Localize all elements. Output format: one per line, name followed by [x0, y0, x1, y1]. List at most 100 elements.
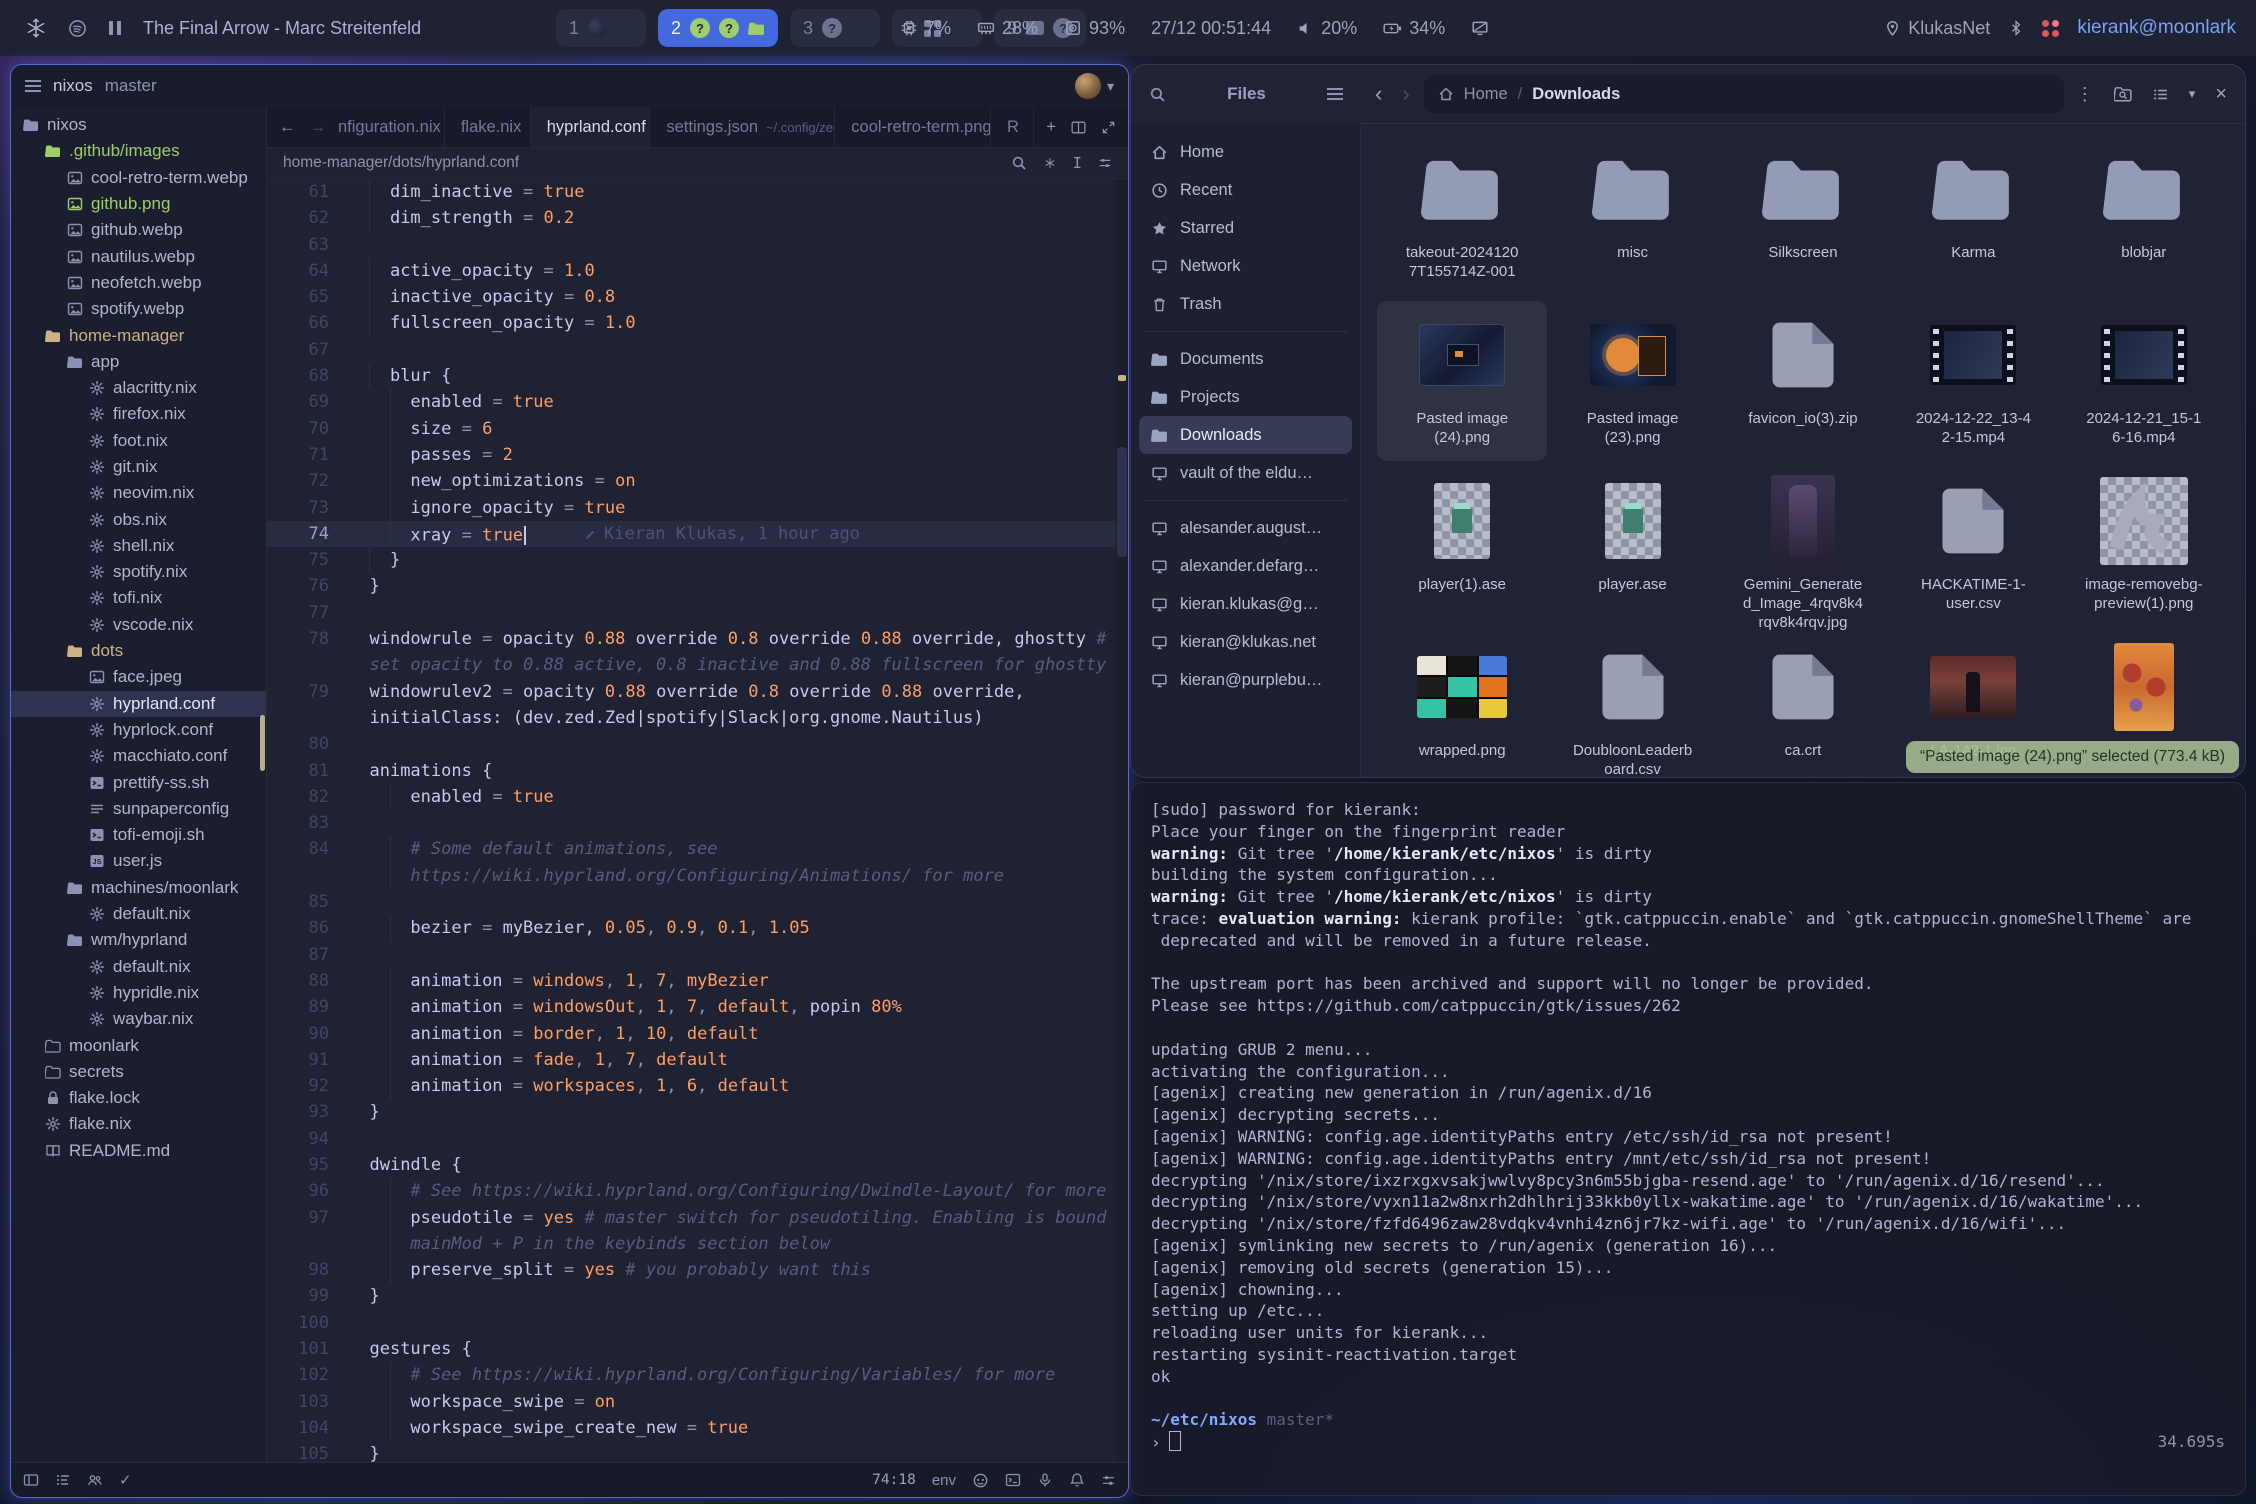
sidebar-item-kieran-klukas-net[interactable]: kieran@klukas.net — [1139, 623, 1352, 661]
code-line[interactable]: 65 inactive_opacity = 0.8 — [267, 284, 1128, 310]
file-tile[interactable]: misc — [1547, 135, 1717, 295]
tree-item[interactable]: alacritty.nix — [11, 375, 266, 401]
tree-item[interactable]: tofi.nix — [11, 585, 266, 611]
terminal-prompt[interactable]: ›34.695s — [1151, 1431, 2225, 1453]
close-icon[interactable]: × — [2215, 83, 2227, 106]
code-line[interactable]: 98 preserve_split = yes # you probably w… — [267, 1257, 1128, 1283]
tree-item[interactable]: face.jpeg — [11, 664, 266, 690]
sidebar-item-kieran-klukas-g-[interactable]: kieran.klukas@g… — [1139, 585, 1352, 623]
tree-item[interactable]: nixos — [11, 112, 266, 138]
code-line[interactable]: initialClass: (dev.zed.Zed|spotify|Slack… — [267, 705, 1128, 731]
path-current[interactable]: Downloads — [1532, 85, 1620, 104]
editor-tab[interactable]: flake.nix — [445, 107, 531, 147]
breadcrumb[interactable]: home-manager/dots/hyprland.conf — [283, 154, 519, 172]
tree-item[interactable]: default.nix — [11, 954, 266, 980]
tree-item[interactable]: .github/images — [11, 138, 266, 164]
tree-item[interactable]: moonlark — [11, 1032, 266, 1058]
file-tile[interactable]: wrapped.png — [1377, 633, 1547, 778]
code-line[interactable]: 73 ignore_opacity = true — [267, 495, 1128, 521]
network-module[interactable]: KlukasNet — [1884, 18, 1990, 39]
sidebar-item-vault-of-the-eldu-[interactable]: vault of the eldu… — [1139, 454, 1352, 492]
kebab-menu-icon[interactable]: ⋮ — [2076, 84, 2094, 105]
project-name[interactable]: nixos — [53, 76, 93, 96]
tree-item[interactable]: waybar.nix — [11, 1006, 266, 1032]
file-tile[interactable]: ca.crt — [1718, 633, 1888, 778]
code-line[interactable]: 82 enabled = true — [267, 784, 1128, 810]
code-line[interactable]: 94 — [267, 1126, 1128, 1152]
cursor-mode-icon[interactable]: I — [1073, 154, 1082, 172]
code-line[interactable]: mainMod + P in the keybinds section belo… — [267, 1231, 1128, 1257]
file-tile[interactable]: takeout-2024120 7T155714Z-001 — [1377, 135, 1547, 295]
code-line[interactable]: set opacity to 0.88 active, 0.8 inactive… — [267, 652, 1128, 678]
sidebar-item-trash[interactable]: Trash — [1139, 285, 1352, 323]
tree-item[interactable]: flake.lock — [11, 1085, 266, 1111]
code-line[interactable]: 62 dim_strength = 0.2 — [267, 205, 1128, 231]
file-tile[interactable]: Pasted image (23).png — [1547, 301, 1717, 461]
code-line[interactable]: 77 — [267, 600, 1128, 626]
view-options-icon[interactable]: ▾ — [2189, 86, 2196, 102]
code-line[interactable]: https://wiki.hyprland.org/Configuring/An… — [267, 863, 1128, 889]
tree-item[interactable]: git.nix — [11, 454, 266, 480]
editor-tab[interactable]: hyprland.conf — [531, 107, 651, 147]
tree-item[interactable]: obs.nix — [11, 506, 266, 532]
code-line[interactable]: 83 — [267, 810, 1128, 836]
file-tile[interactable]: Karma — [1888, 135, 2058, 295]
back-icon[interactable]: ← — [279, 118, 296, 137]
tree-item[interactable]: macchiato.conf — [11, 743, 266, 769]
tree-item[interactable]: foot.nix — [11, 428, 266, 454]
sidebar-item-recent[interactable]: Recent — [1139, 171, 1352, 209]
tree-item[interactable]: JSuser.js — [11, 848, 266, 874]
code-line[interactable]: 63 — [267, 232, 1128, 258]
account-menu[interactable]: ▾ — [1075, 73, 1114, 99]
code-line[interactable]: 72 new_optimizations = on — [267, 468, 1128, 494]
code-line[interactable]: 88 animation = windows, 1, 7, myBezier — [267, 968, 1128, 994]
workspace-pill-1[interactable]: 1 — [556, 9, 646, 47]
code-line[interactable]: 105 } — [267, 1441, 1128, 1463]
code-line[interactable]: 89 animation = windowsOut, 1, 7, default… — [267, 994, 1128, 1020]
sidebar-item-projects[interactable]: Projects — [1139, 378, 1352, 416]
code-line[interactable]: 69 enabled = true — [267, 389, 1128, 415]
tree-item[interactable]: tofi-emoji.sh — [11, 822, 266, 848]
file-tile[interactable]: player(1).ase — [1377, 467, 1547, 627]
code-line[interactable]: 84 # Some default animations, see — [267, 836, 1128, 862]
tree-item[interactable]: default.nix — [11, 901, 266, 927]
git-branch[interactable]: master — [105, 76, 157, 96]
code-line[interactable]: 92 animation = workspaces, 1, 6, default — [267, 1073, 1128, 1099]
sidebar-item-alexander-defarg-[interactable]: alexander.defarg… — [1139, 547, 1352, 585]
zed-titlebar[interactable]: nixos master ▾ — [11, 65, 1128, 108]
file-tile[interactable]: HACKATIME-1- user.csv — [1888, 467, 2058, 627]
tree-item[interactable]: app — [11, 349, 266, 375]
code-line[interactable]: 103 workspace_swipe = on — [267, 1389, 1128, 1415]
code-line[interactable]: 66 fullscreen_opacity = 1.0 — [267, 310, 1128, 336]
tree-item[interactable]: cool-retro-term.webp — [11, 165, 266, 191]
tree-item[interactable]: neovim.nix — [11, 480, 266, 506]
code-line[interactable]: 67 — [267, 337, 1128, 363]
forward-icon[interactable]: › — [1402, 81, 1409, 107]
tree-item[interactable]: flake.nix — [11, 1111, 266, 1137]
code-line[interactable]: 71 passes = 2 — [267, 442, 1128, 468]
code-line[interactable]: 61 dim_inactive = true — [267, 179, 1128, 205]
sidebar-item-home[interactable]: Home — [1139, 133, 1352, 171]
recording-indicator-icon[interactable] — [2042, 20, 2059, 37]
tree-item[interactable]: hyprland.conf — [11, 691, 266, 717]
sidebar-item-starred[interactable]: Starred — [1139, 209, 1352, 247]
forward-icon[interactable]: → — [310, 118, 327, 137]
code-line[interactable]: 75 } — [267, 547, 1128, 573]
tree-item[interactable]: firefox.nix — [11, 401, 266, 427]
media-module[interactable]: The Final Arrow - Marc Streitenfeld — [26, 0, 421, 56]
menu-icon[interactable] — [1327, 85, 1343, 103]
panel-scrollbar-thumb[interactable] — [260, 715, 265, 771]
file-tile[interactable]: Silkscreen — [1718, 135, 1888, 295]
tree-item[interactable]: wm/hyprland — [11, 927, 266, 953]
tree-item[interactable]: prettify-ss.sh — [11, 769, 266, 795]
sidebar-item-documents[interactable]: Documents — [1139, 340, 1352, 378]
sidebar-item-network[interactable]: Network — [1139, 247, 1352, 285]
code-line[interactable]: 78 windowrule = opacity 0.88 override 0.… — [267, 626, 1128, 652]
editor-tab[interactable]: R — [991, 107, 1034, 147]
editor-tab[interactable]: nfiguration.nix — [338, 107, 445, 147]
tree-item[interactable]: home-manager — [11, 322, 266, 348]
file-tile[interactable]: 2024-12-21_15-1 6-16.mp4 — [2059, 301, 2229, 461]
file-tile[interactable]: DoubloonLeaderb oard.csv — [1547, 633, 1717, 778]
tree-item[interactable]: vscode.nix — [11, 612, 266, 638]
tree-item[interactable]: secrets — [11, 1059, 266, 1085]
